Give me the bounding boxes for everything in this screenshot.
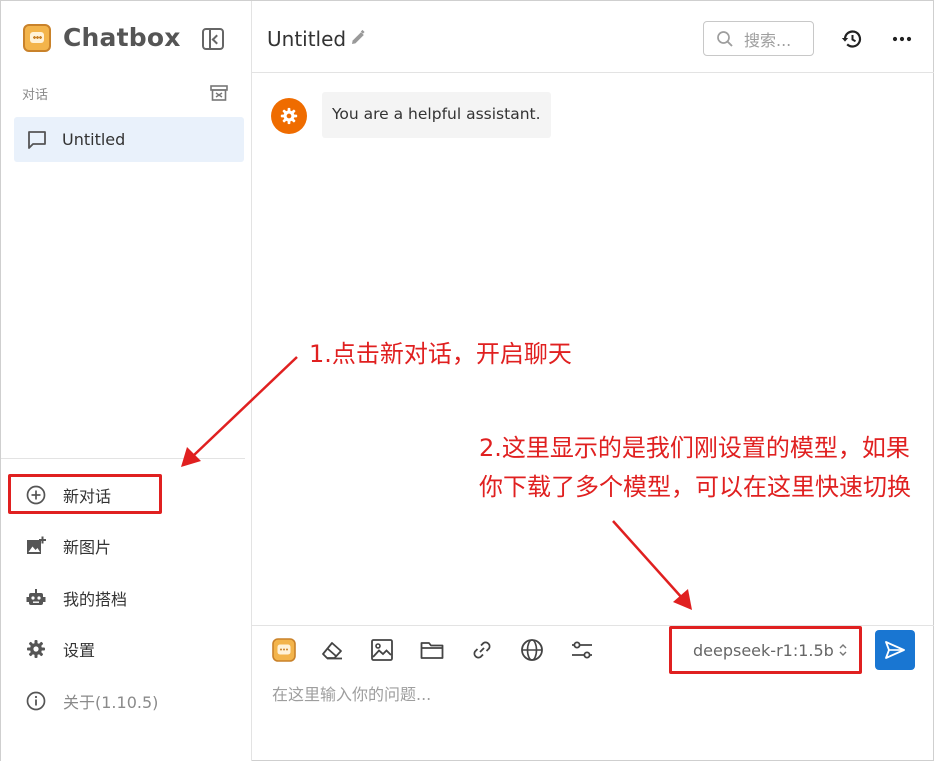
edit-pencil-icon[interactable] (349, 29, 367, 47)
composer-divider (252, 625, 934, 626)
gear-icon (280, 107, 298, 125)
add-circle-icon (26, 485, 46, 505)
archive-icon[interactable] (210, 85, 228, 101)
sidebar: Chatbox 对话 Untitled 新对话 新图片 我的搭档 设置 关于(1… (1, 1, 252, 761)
search-icon (717, 30, 733, 47)
search-placeholder: 搜索... (744, 30, 792, 50)
globe-icon[interactable] (519, 637, 545, 663)
app-title: Chatbox (63, 23, 181, 52)
more-options-icon[interactable] (890, 27, 914, 51)
settings-label: 设置 (63, 641, 96, 660)
copilots-button[interactable]: 我的搭档 (25, 586, 127, 610)
conversation-item[interactable]: Untitled (14, 117, 244, 162)
new-chat-button[interactable]: 新对话 (25, 483, 111, 507)
new-image-button[interactable]: 新图片 (25, 534, 111, 558)
sidebar-divider (1, 458, 245, 459)
link-icon[interactable] (469, 637, 495, 663)
folder-icon[interactable] (419, 637, 445, 663)
annotation-note-1: 1.点击新对话，开启聊天 (309, 340, 572, 368)
info-icon (26, 691, 46, 711)
collapse-sidebar-icon[interactable] (202, 28, 224, 50)
conversation-title: Untitled (62, 130, 126, 149)
conversation-header-title: Untitled (267, 27, 347, 51)
annotation-note-2: 2.这里显示的是我们刚设置的模型，如果你下载了多个模型，可以在这里快速切换 (479, 434, 911, 501)
eraser-icon[interactable] (319, 637, 345, 663)
image-icon[interactable] (369, 637, 395, 663)
system-message: You are a helpful assistant. (322, 92, 551, 138)
search-box[interactable]: 搜索... (703, 21, 814, 56)
model-name: deepseek-r1:1.5b (693, 640, 834, 660)
new-chat-label: 新对话 (63, 487, 112, 506)
history-icon[interactable] (840, 27, 864, 51)
add-image-icon (27, 536, 46, 554)
tune-settings-icon[interactable] (569, 637, 595, 663)
arrow-to-model-selector (612, 520, 692, 610)
settings-button[interactable]: 设置 (25, 637, 95, 661)
chatbox-logo-icon (23, 23, 51, 52)
about-button[interactable]: 关于(1.10.5) (25, 689, 158, 713)
app-window: Chatbox 对话 Untitled 新对话 新图片 我的搭档 设置 关于(1… (0, 0, 934, 761)
conversation-header: Untitled 搜索... (252, 1, 934, 73)
model-selector[interactable]: deepseek-r1:1.5b (677, 631, 854, 669)
message-input[interactable] (272, 681, 912, 707)
chat-bubble-icon (28, 130, 46, 149)
robot-icon (26, 589, 46, 605)
about-label: 关于(1.10.5) (63, 693, 159, 712)
chatbox-logo-icon[interactable] (271, 637, 297, 663)
brand: Chatbox (23, 23, 181, 52)
new-image-label: 新图片 (63, 538, 112, 557)
chevron-up-down-icon (839, 644, 847, 656)
conversations-section-label: 对话 (22, 88, 49, 103)
system-avatar (271, 98, 307, 134)
send-icon (885, 641, 905, 659)
gear-icon (27, 640, 45, 658)
copilots-label: 我的搭档 (63, 590, 128, 609)
send-button[interactable] (875, 630, 915, 670)
